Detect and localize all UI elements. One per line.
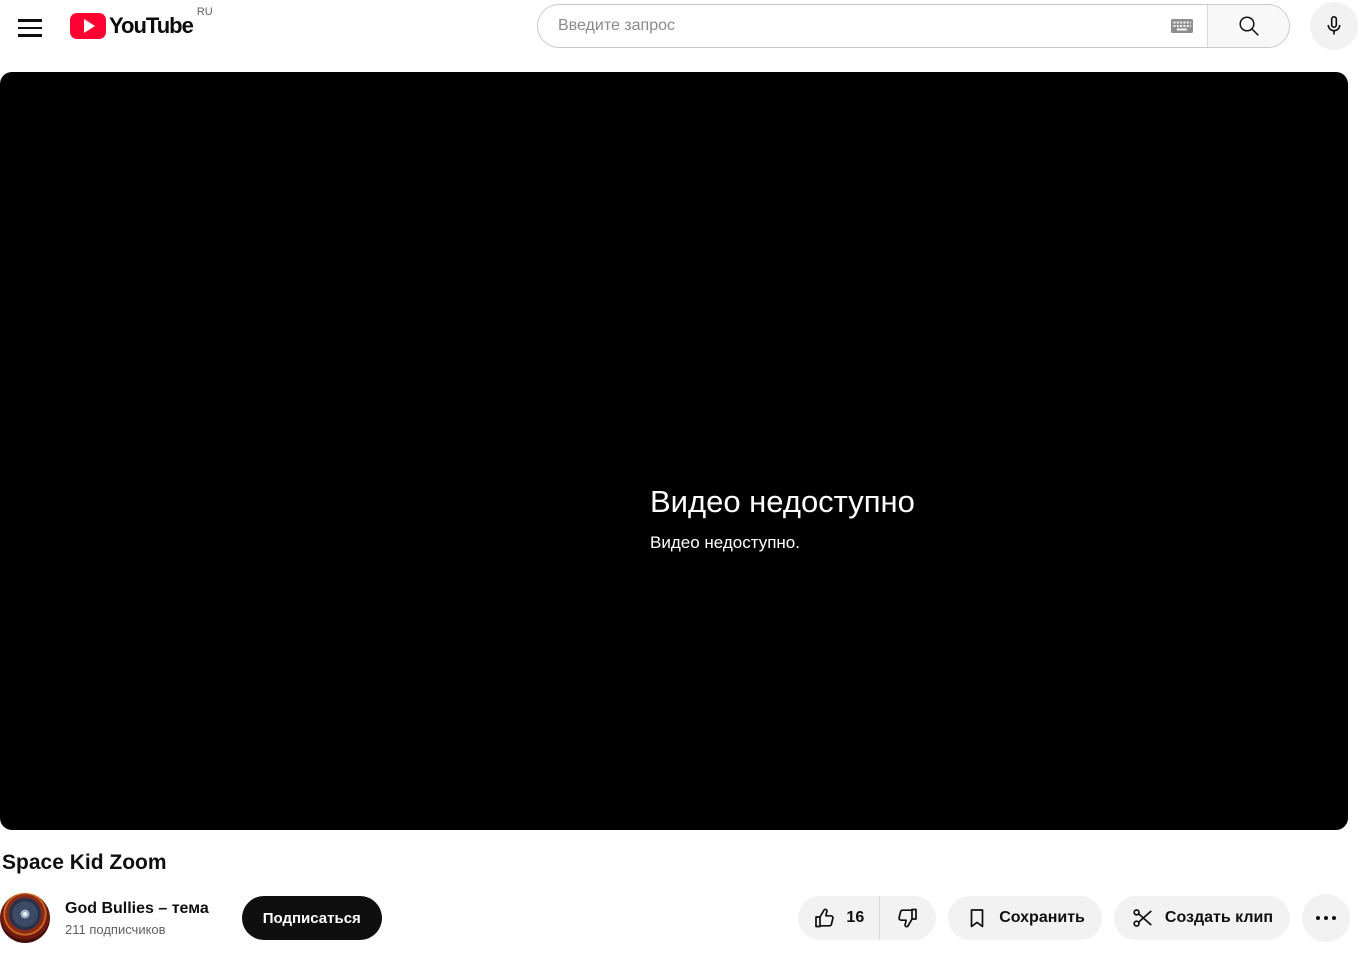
video-title: Space Kid Zoom	[2, 851, 167, 874]
save-label: Сохранить	[999, 909, 1085, 926]
video-player[interactable]: Видео недоступно Видео недоступно.	[0, 72, 1348, 830]
search-input[interactable]	[538, 17, 1169, 35]
subscribe-button[interactable]: Подписаться	[241, 896, 382, 940]
channel-avatar[interactable]	[0, 893, 50, 943]
channel-name[interactable]: God Bullies – тема	[65, 899, 209, 919]
thumbs-up-icon	[815, 908, 835, 928]
bookmark-icon	[970, 909, 984, 928]
like-dislike-pill: 16	[798, 896, 937, 940]
youtube-wordmark: YouTube	[109, 13, 194, 38]
like-button[interactable]: 16	[798, 896, 879, 940]
search-field	[538, 5, 1207, 47]
channel-info: God Bullies – тема 211 подписчиков	[65, 899, 209, 937]
player-error-title: Видео недоступно	[650, 484, 915, 519]
menu-button[interactable]	[10, 8, 50, 48]
search-button[interactable]	[1207, 5, 1289, 47]
save-button[interactable]: Сохранить	[948, 896, 1102, 940]
voice-search-button[interactable]	[1310, 2, 1358, 50]
thumbs-down-icon	[898, 908, 918, 928]
region-label: RU	[196, 6, 213, 18]
more-icon	[1315, 915, 1321, 921]
youtube-logo[interactable]: YouTube RU	[70, 6, 213, 39]
search-icon	[1238, 16, 1259, 36]
menu-icon	[18, 19, 42, 22]
microphone-icon	[1327, 15, 1341, 35]
create-clip-label: Создать клип	[1164, 909, 1273, 926]
youtube-play-icon	[70, 13, 106, 39]
player-error-subtitle: Видео недоступно.	[650, 533, 800, 552]
create-clip-button[interactable]: Создать клип	[1113, 896, 1290, 940]
action-buttons: 16 Сохранить Создать клип	[798, 894, 1350, 942]
dislike-button[interactable]	[880, 896, 936, 940]
keyboard-icon[interactable]	[1169, 13, 1195, 39]
search-bar	[537, 4, 1290, 48]
more-actions-button[interactable]	[1302, 894, 1350, 942]
video-meta-row: God Bullies – тема 211 подписчиков Подпи…	[0, 893, 1366, 943]
channel-subscribers: 211 подписчиков	[65, 922, 166, 937]
like-count: 16	[846, 909, 865, 926]
masthead: YouTube RU	[0, 0, 1366, 56]
player-error-message: Видео недоступно Видео недоступно.	[650, 484, 915, 553]
watch-page: Видео недоступно Видео недоступно. Space…	[0, 72, 1366, 943]
scissors-icon	[1133, 909, 1152, 927]
